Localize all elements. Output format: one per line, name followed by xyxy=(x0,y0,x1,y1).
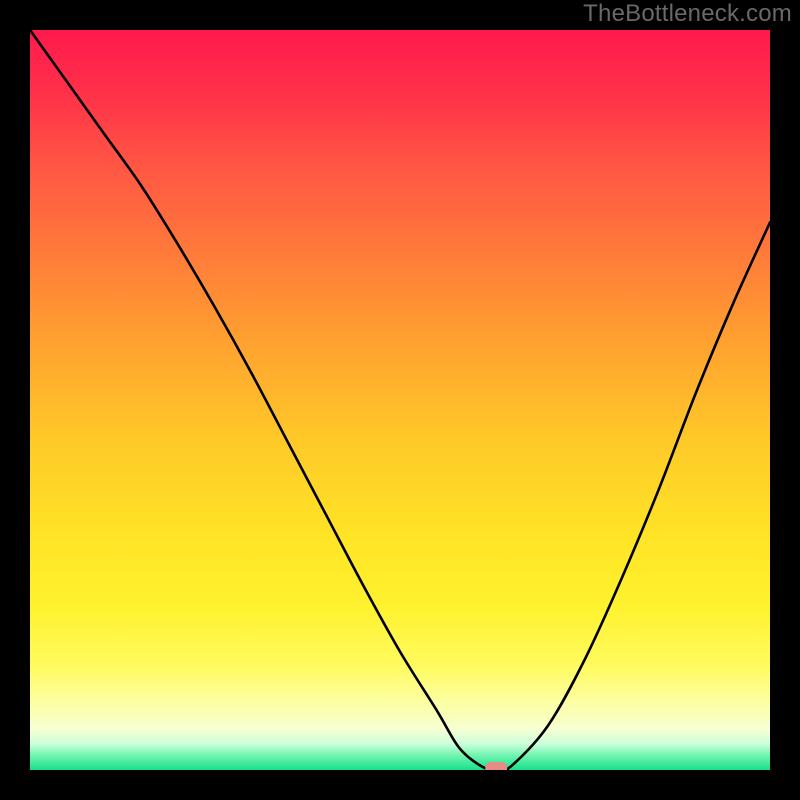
chart-container: TheBottleneck.com xyxy=(0,0,800,800)
bottleneck-marker xyxy=(485,762,507,770)
bottleneck-chart-svg xyxy=(30,30,770,770)
watermark-text: TheBottleneck.com xyxy=(583,0,792,28)
gradient-background xyxy=(30,30,770,770)
plot-area xyxy=(30,30,770,770)
